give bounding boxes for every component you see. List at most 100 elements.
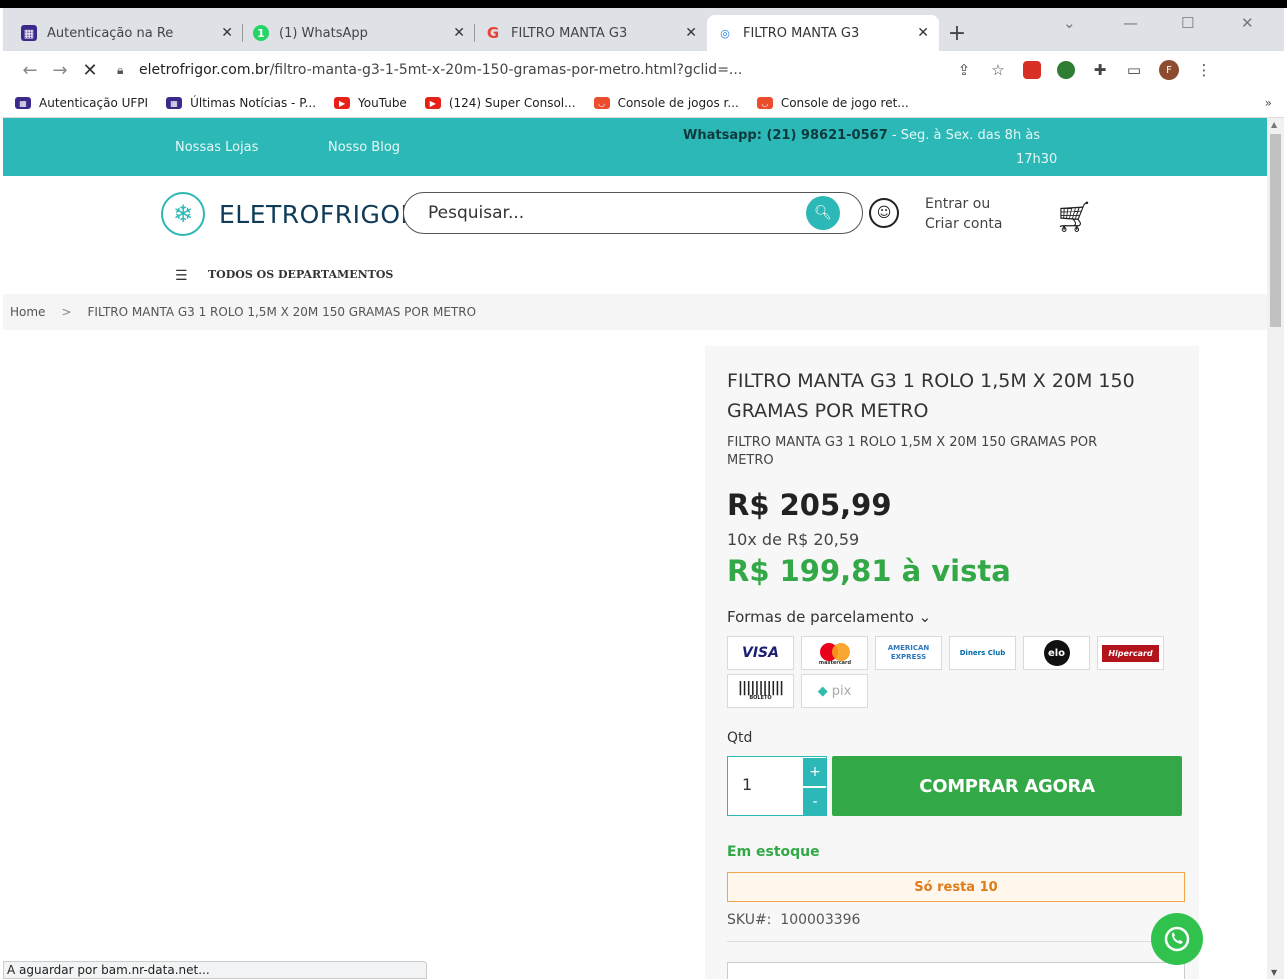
puzzle-icon[interactable]: ✚ [1083,61,1117,79]
boleto-icon: ||||||||||| BOLETO [727,674,794,708]
share-icon[interactable]: ⇪ [947,61,981,79]
menu-icon[interactable]: ☰ [175,268,188,284]
search-icon[interactable]: 🔍︎ [806,196,840,230]
profile-avatar[interactable]: F [1159,60,1179,80]
bookmark-item[interactable]: ◡ Console de jogo ret... [756,96,909,110]
pix-label: pix [831,683,852,699]
quantity-input[interactable] [742,775,782,794]
tab-title: FILTRO MANTA G3 [511,25,628,41]
shop-icon: ◡ [593,97,610,109]
stop-icon[interactable]: ✕ [75,60,105,81]
tab-search-icon[interactable]: ⌄ [1063,14,1076,32]
sku-label: SKU#: [727,912,772,928]
tab-bar: ▦ Autenticação na Re ✕ 1 (1) WhatsApp ✕ … [3,8,1284,51]
extension-icon[interactable] [1023,61,1041,79]
buy-now-button[interactable]: COMPRAR AGORA [832,756,1182,816]
breadcrumb-current: FILTRO MANTA G3 1 ROLO 1,5M X 20M 150 GR… [87,305,477,319]
search-box: 🔍︎ [403,192,863,234]
bookmark-item[interactable]: ▶ YouTube [334,96,407,110]
bookmark-label: Autenticação UFPI [39,96,149,110]
web-page: Nossas Lojas Nosso Blog Whatsapp: (21) 9… [3,118,1267,979]
decrement-button[interactable]: - [803,788,827,816]
department-nav: ☰ TODOS OS DEPARTAMENTOS [3,256,1267,294]
svg-text:mastercard: mastercard [818,660,851,665]
tab-title: (1) WhatsApp [279,25,368,41]
tab-google-filtro[interactable]: G FILTRO MANTA G3 ✕ [475,15,707,51]
pix-icon: ◆ pix [801,674,868,708]
money-extension-icon[interactable] [1057,61,1075,79]
search-input[interactable] [428,203,788,223]
whatsapp-float-button[interactable] [1151,913,1203,965]
youtube-icon: ▶ [424,97,441,109]
installments-text: 10x de R$ 20,59 [727,530,860,549]
increment-button[interactable]: + [803,758,827,786]
payment-options-toggle[interactable]: Formas de parcelamento ⌄ [727,608,931,626]
bookmarks-more-icon[interactable]: » [1265,96,1272,110]
tab-autenticacao[interactable]: ▦ Autenticação na Re ✕ [11,15,243,51]
whatsapp-info: Whatsapp: (21) 98621-0567 - Seg. à Sex. … [683,128,1041,143]
tab-filtro-active[interactable]: ◎ FILTRO MANTA G3 ✕ [707,15,939,51]
all-departments-link[interactable]: TODOS OS DEPARTAMENTOS [208,268,393,281]
new-tab-button[interactable]: + [939,15,975,51]
close-icon[interactable]: ✕ [453,25,465,41]
hipercard-icon: Hipercard [1097,636,1164,670]
product-subtitle: FILTRO MANTA G3 1 ROLO 1,5M X 20M 150 GR… [727,435,1098,468]
breadcrumb-home[interactable]: Home [10,305,45,319]
ufpi-icon: ▦ [21,25,37,41]
close-window-icon[interactable]: ✕ [1241,14,1254,32]
whatsapp-number[interactable]: (21) 98621-0567 [766,128,887,143]
close-icon[interactable]: ✕ [221,25,233,41]
scroll-down-icon[interactable]: ▼ [1271,968,1277,977]
status-bar: A aguardar por bam.nr-data.net... [3,961,427,979]
amex-icon: AMERICAN EXPRESS [875,636,942,670]
mastercard-icon: mastercard [801,636,868,670]
quantity-stepper: + - [727,756,827,816]
mastercard-circles: mastercard [818,643,851,665]
bookmark-label: (124) Super Consol... [448,96,576,110]
bookmark-item[interactable]: ▦ Autenticação UFPI [15,96,148,110]
forward-arrow-icon[interactable]: → [45,60,75,81]
business-hours: - Seg. à Sex. das 8h às [891,128,1041,143]
scroll-up-icon[interactable]: ▲ [1271,120,1277,129]
maximize-icon[interactable]: ☐ [1181,14,1194,32]
site-icon: ◎ [720,26,730,40]
hipercard-label: Hipercard [1102,644,1159,662]
whatsapp-label: Whatsapp [683,128,757,143]
page-scrollbar[interactable]: ▲ ▼ [1267,118,1284,979]
remaining-badge: Só resta 10 [727,872,1185,902]
diners-icon: Diners Club [949,636,1016,670]
star-icon[interactable]: ☆ [981,61,1015,79]
url-text[interactable]: eletrofrigor.com.br/filtro-manta-g3-1-5m… [139,62,742,78]
user-icon[interactable]: ☺ [869,198,899,228]
cart-icon[interactable]: 🛒︎ [1055,200,1093,235]
tab-whatsapp[interactable]: 1 (1) WhatsApp ✕ [243,15,475,51]
login-link[interactable]: Entrar ou Criar conta [925,194,1002,234]
bookmark-label: Console de jogo ret... [780,96,909,110]
google-icon: G [486,24,500,42]
menu-dots-icon[interactable]: ⋮ [1187,61,1221,79]
lock-icon[interactable]: 🔒︎ [117,63,139,78]
scrollbar-thumb[interactable] [1270,134,1281,327]
close-icon[interactable]: ✕ [917,25,929,41]
nossas-lojas-link[interactable]: Nossas Lojas [175,140,258,155]
sidebar-icon[interactable]: ▭ [1117,61,1151,79]
divider [727,941,1185,942]
address-bar[interactable]: 🔒︎ eletrofrigor.com.br/filtro-manta-g3-1… [117,55,947,85]
whatsapp-icon [1164,926,1190,952]
site-logo[interactable]: ❄ ELETROFRIGOR [161,192,418,236]
bookmark-item[interactable]: ◡ Console de jogos r... [593,96,739,110]
cash-price: R$ 199,81 à vista [727,554,1011,588]
back-arrow-icon[interactable]: ← [15,60,45,81]
shipping-box[interactable] [727,962,1185,979]
product-price: R$ 205,99 [727,488,892,522]
nosso-blog-link[interactable]: Nosso Blog [328,140,400,155]
ufpi-icon: ▦ [166,97,183,109]
sku: SKU#: 100003396 [727,912,860,928]
bookmark-item[interactable]: ▦ Últimas Notícias - P... [166,96,316,110]
bookmark-label: YouTube [358,96,407,110]
minimize-icon[interactable]: — [1123,14,1138,32]
bookmark-item[interactable]: ▶ (124) Super Consol... [424,96,576,110]
product-title: FILTRO MANTA G3 1 ROLO 1,5M X 20M 150 GR… [727,370,1135,422]
site-topbar: Nossas Lojas Nosso Blog Whatsapp: (21) 9… [3,118,1267,176]
close-icon[interactable]: ✕ [685,25,697,41]
